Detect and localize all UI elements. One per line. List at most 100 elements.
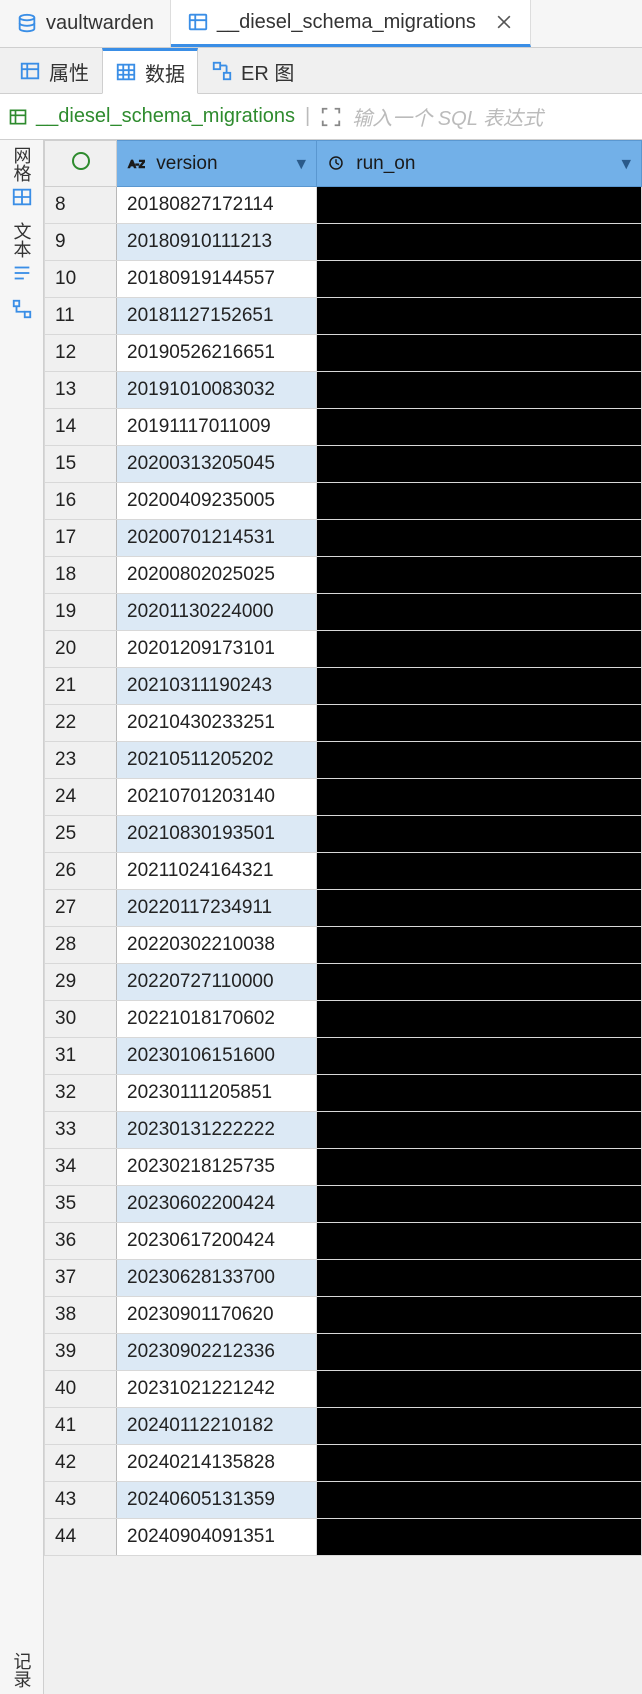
table-row[interactable]: 1920201130224000: [45, 594, 642, 631]
cell-version[interactable]: 20200313205045: [117, 446, 317, 483]
table-row[interactable]: 3320230131222222: [45, 1112, 642, 1149]
row-number-cell[interactable]: 42: [45, 1445, 117, 1482]
row-number-cell[interactable]: 29: [45, 964, 117, 1001]
table-row[interactable]: 2920220727110000: [45, 964, 642, 1001]
table-row[interactable]: 2620211024164321: [45, 853, 642, 890]
cell-run-on[interactable]: [317, 1482, 642, 1519]
row-number-cell[interactable]: 35: [45, 1186, 117, 1223]
row-number-cell[interactable]: 33: [45, 1112, 117, 1149]
cell-run-on[interactable]: [317, 853, 642, 890]
cell-version[interactable]: 20201130224000: [117, 594, 317, 631]
row-number-cell[interactable]: 12: [45, 335, 117, 372]
cell-run-on[interactable]: [317, 742, 642, 779]
cell-version[interactable]: 20240214135828: [117, 1445, 317, 1482]
cell-run-on[interactable]: [317, 779, 642, 816]
cell-run-on[interactable]: [317, 557, 642, 594]
view-tab-grid[interactable]: 网格: [9, 146, 35, 208]
row-number-cell[interactable]: 27: [45, 890, 117, 927]
cell-run-on[interactable]: [317, 372, 642, 409]
row-number-cell[interactable]: 13: [45, 372, 117, 409]
row-number-cell[interactable]: 19: [45, 594, 117, 631]
table-row[interactable]: 3720230628133700: [45, 1260, 642, 1297]
cell-version[interactable]: 20201209173101: [117, 631, 317, 668]
row-number-cell[interactable]: 32: [45, 1075, 117, 1112]
breadcrumb-table[interactable]: __diesel_schema_migrations: [8, 105, 295, 128]
row-number-cell[interactable]: 17: [45, 520, 117, 557]
table-row[interactable]: 2520210830193501: [45, 816, 642, 853]
table-row[interactable]: 2120210311190243: [45, 668, 642, 705]
row-number-cell[interactable]: 22: [45, 705, 117, 742]
cell-run-on[interactable]: [317, 1519, 642, 1556]
table-row[interactable]: 3920230902212336: [45, 1334, 642, 1371]
cell-run-on[interactable]: [317, 1149, 642, 1186]
table-row[interactable]: 3620230617200424: [45, 1223, 642, 1260]
cell-version[interactable]: 20190526216651: [117, 335, 317, 372]
table-row[interactable]: 2720220117234911: [45, 890, 642, 927]
cell-version[interactable]: 20230602200424: [117, 1186, 317, 1223]
close-icon[interactable]: [494, 12, 514, 32]
table-row[interactable]: 2020201209173101: [45, 631, 642, 668]
cell-version[interactable]: 20200701214531: [117, 520, 317, 557]
row-number-cell[interactable]: 41: [45, 1408, 117, 1445]
cell-run-on[interactable]: [317, 890, 642, 927]
cell-run-on[interactable]: [317, 1001, 642, 1038]
row-number-cell[interactable]: 18: [45, 557, 117, 594]
cell-run-on[interactable]: [317, 446, 642, 483]
cell-run-on[interactable]: [317, 668, 642, 705]
row-number-cell[interactable]: 10: [45, 261, 117, 298]
row-number-cell[interactable]: 39: [45, 1334, 117, 1371]
table-row[interactable]: 3520230602200424: [45, 1186, 642, 1223]
table-row[interactable]: 1620200409235005: [45, 483, 642, 520]
sort-arrow-icon[interactable]: ▾: [621, 152, 631, 175]
row-number-cell[interactable]: 21: [45, 668, 117, 705]
cell-run-on[interactable]: [317, 1112, 642, 1149]
cell-version[interactable]: 20191010083032: [117, 372, 317, 409]
row-number-cell[interactable]: 9: [45, 224, 117, 261]
row-number-cell[interactable]: 38: [45, 1297, 117, 1334]
cell-run-on[interactable]: [317, 594, 642, 631]
table-row[interactable]: 2220210430233251: [45, 705, 642, 742]
cell-version[interactable]: 20220727110000: [117, 964, 317, 1001]
cell-run-on[interactable]: [317, 1260, 642, 1297]
table-row[interactable]: 1020180919144557: [45, 261, 642, 298]
row-number-cell[interactable]: 11: [45, 298, 117, 335]
column-header-run-on[interactable]: run_on ▾: [317, 141, 642, 187]
table-row[interactable]: 3020221018170602: [45, 1001, 642, 1038]
row-number-cell[interactable]: 15: [45, 446, 117, 483]
table-row[interactable]: 1220190526216651: [45, 335, 642, 372]
cell-version[interactable]: 20210701203140: [117, 779, 317, 816]
editor-tab-database[interactable]: vaultwarden: [0, 0, 171, 47]
table-row[interactable]: 4220240214135828: [45, 1445, 642, 1482]
cell-version[interactable]: 20180910111213: [117, 224, 317, 261]
cell-version[interactable]: 20200802025025: [117, 557, 317, 594]
expand-icon[interactable]: [320, 106, 342, 128]
sql-expression-input[interactable]: 输入一个 SQL 表达式: [352, 102, 634, 131]
cell-run-on[interactable]: [317, 1334, 642, 1371]
cell-run-on[interactable]: [317, 298, 642, 335]
view-tab-record[interactable]: 记录: [9, 1652, 35, 1688]
cell-run-on[interactable]: [317, 1038, 642, 1075]
cell-version[interactable]: 20181127152651: [117, 298, 317, 335]
cell-run-on[interactable]: [317, 1408, 642, 1445]
cell-run-on[interactable]: [317, 187, 642, 224]
cell-version[interactable]: 20240112210182: [117, 1408, 317, 1445]
sub-tab-er[interactable]: ER 图: [198, 48, 307, 93]
cell-version[interactable]: 20230111205851: [117, 1075, 317, 1112]
row-number-cell[interactable]: 20: [45, 631, 117, 668]
row-number-cell[interactable]: 36: [45, 1223, 117, 1260]
sort-arrow-icon[interactable]: ▾: [296, 152, 306, 175]
column-header-version[interactable]: A-Z version ▾: [117, 141, 317, 187]
cell-run-on[interactable]: [317, 1371, 642, 1408]
row-number-cell[interactable]: 34: [45, 1149, 117, 1186]
cell-version[interactable]: 20230218125735: [117, 1149, 317, 1186]
cell-version[interactable]: 20230617200424: [117, 1223, 317, 1260]
row-number-cell[interactable]: 26: [45, 853, 117, 890]
cell-run-on[interactable]: [317, 1297, 642, 1334]
cell-version[interactable]: 20210830193501: [117, 816, 317, 853]
cell-version[interactable]: 20180827172114: [117, 187, 317, 224]
table-row[interactable]: 1120181127152651: [45, 298, 642, 335]
cell-run-on[interactable]: [317, 816, 642, 853]
row-number-cell[interactable]: 30: [45, 1001, 117, 1038]
table-row[interactable]: 2820220302210038: [45, 927, 642, 964]
cell-version[interactable]: 20240904091351: [117, 1519, 317, 1556]
